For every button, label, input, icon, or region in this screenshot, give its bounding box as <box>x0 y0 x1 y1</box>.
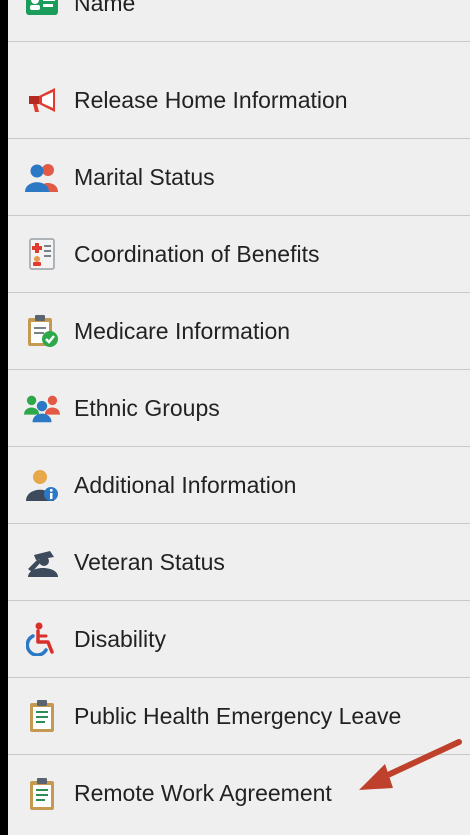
menu-item-label: Marital Status <box>74 163 215 190</box>
name-card-icon <box>24 0 60 21</box>
menu-item-label: Name <box>74 0 136 16</box>
annotation-arrow-icon <box>359 739 462 790</box>
menu-item-ethnic-groups[interactable]: Ethnic Groups <box>8 370 470 447</box>
menu-item-label: Medicare Information <box>74 317 291 344</box>
menu-item-label: Public Health Emergency Leave <box>74 702 402 729</box>
menu-item-label: Veteran Status <box>74 548 225 575</box>
clipboard-icon <box>24 776 60 812</box>
menu-item-label: Disability <box>74 625 167 652</box>
menu-item-label: Remote Work Agreement <box>74 780 332 806</box>
wheelchair-icon <box>24 621 60 657</box>
menu-item-coordination-of-benefits[interactable]: Coordination of Benefits <box>8 216 470 293</box>
menu-item-label: Additional Information <box>74 471 297 498</box>
clipboard-icon <box>24 698 60 734</box>
menu-item-label: Release Home Information <box>74 86 348 113</box>
menu-item-additional-information[interactable]: Additional Information <box>8 447 470 524</box>
menu-item-veteran-status[interactable]: Veteran Status <box>8 524 470 601</box>
personal-details-menu: Name Release Home Information Marital St… <box>8 0 470 835</box>
menu-item-name[interactable]: Name <box>8 0 470 42</box>
menu-item-disability[interactable]: Disability <box>8 601 470 678</box>
veteran-salute-icon <box>24 544 60 580</box>
menu-item-label: Coordination of Benefits <box>74 240 320 267</box>
menu-item-marital-status[interactable]: Marital Status <box>8 139 470 216</box>
menu-item-release-home-information[interactable]: Release Home Information <box>8 62 470 139</box>
clipboard-check-icon <box>24 313 60 349</box>
person-info-icon <box>24 467 60 503</box>
menu-item-label: Ethnic Groups <box>74 394 220 421</box>
couple-icon <box>24 159 60 195</box>
group-people-icon <box>24 390 60 426</box>
menu-item-medicare-information[interactable]: Medicare Information <box>8 293 470 370</box>
benefits-document-icon <box>24 236 60 272</box>
megaphone-icon <box>24 82 60 118</box>
